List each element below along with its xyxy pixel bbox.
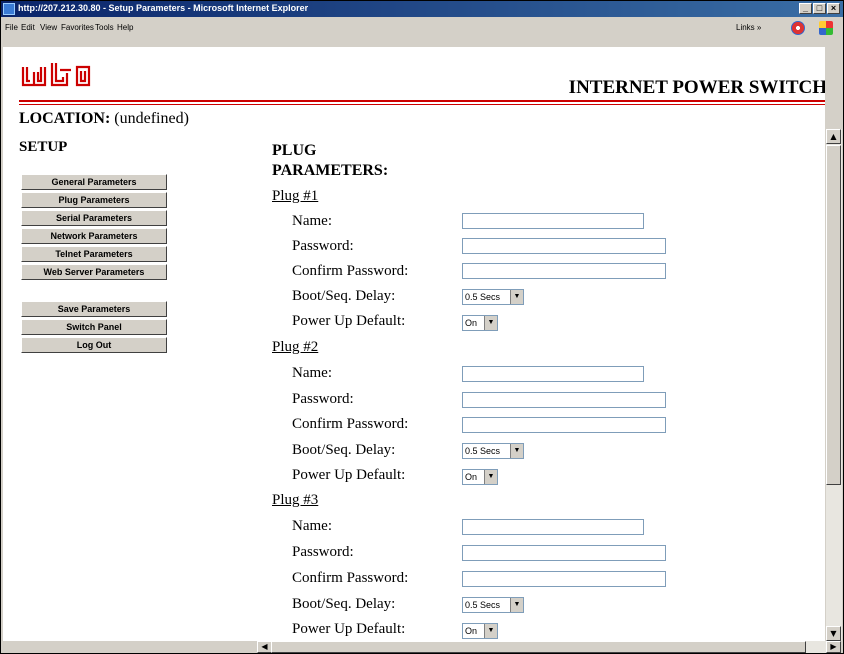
windows-logo-icon [819, 21, 833, 35]
horizontal-scrollbar[interactable]: ◀ ▶ [257, 641, 841, 653]
vertical-scroll-thumb[interactable] [826, 145, 841, 485]
plug-1-power-select[interactable]: On ▼ [462, 315, 498, 331]
messenger-icon[interactable] [791, 21, 805, 35]
scroll-right-icon[interactable]: ▶ [826, 641, 841, 653]
plug-1-confirm-input[interactable] [462, 263, 666, 279]
plug-1-delay-label: Boot/Seq. Delay: [292, 288, 396, 304]
header-divider-thin [19, 104, 825, 105]
plug-3-password-label: Password: [292, 544, 354, 560]
plug-1-link[interactable]: Plug #1 [272, 188, 318, 205]
plug-1-confirm-label: Confirm Password: [292, 263, 409, 279]
dropdown-arrow-icon: ▼ [510, 444, 523, 458]
scroll-up-icon[interactable]: ▲ [826, 129, 841, 144]
maximize-button[interactable]: □ [813, 3, 826, 14]
menu-view[interactable]: View [40, 23, 57, 32]
plug-1-password-label: Password: [292, 238, 354, 254]
title-bar: http://207.212.30.80 - Setup Parameters … [1, 1, 843, 17]
plug-3-delay-label: Boot/Seq. Delay: [292, 596, 396, 612]
log-out-button[interactable]: Log Out [21, 337, 167, 353]
plug-2-power-value: On [465, 472, 478, 482]
plug-2-confirm-input[interactable] [462, 417, 666, 433]
minimize-button[interactable]: _ [799, 3, 812, 14]
menu-tools[interactable]: Tools [95, 23, 114, 32]
plug-3-password-input[interactable] [462, 545, 666, 561]
plug-2-name-label: Name: [292, 365, 332, 381]
plug-3-power-label: Power Up Default: [292, 621, 406, 637]
plug-2-delay-value: 0.5 Secs [465, 446, 501, 456]
plug-3-power-value: On [465, 626, 478, 636]
plug-1-password-input[interactable] [462, 238, 666, 254]
wti-logo [21, 63, 91, 87]
plug-1-delay-select[interactable]: 0.5 Secs ▼ [462, 289, 524, 305]
plug-parameters-button[interactable]: Plug Parameters [21, 192, 167, 208]
plug-2-confirm-label: Confirm Password: [292, 416, 409, 432]
dropdown-arrow-icon: ▼ [510, 598, 523, 612]
plug-2-delay-select[interactable]: 0.5 Secs ▼ [462, 443, 524, 459]
plug-3-power-select[interactable]: On ▼ [462, 623, 498, 639]
plug-2-name-input[interactable] [462, 366, 644, 382]
plug-1-power-label: Power Up Default: [292, 313, 406, 329]
plug-3-delay-select[interactable]: 0.5 Secs ▼ [462, 597, 524, 613]
header-divider [19, 100, 825, 102]
ie-icon [3, 3, 15, 15]
page-content: INTERNET POWER SWITCH LOCATION: (undefin… [3, 47, 825, 641]
location-line: LOCATION: (undefined) [19, 110, 189, 128]
plug-2-password-input[interactable] [462, 392, 666, 408]
vertical-scrollbar[interactable]: ▲ ▼ [825, 129, 842, 641]
close-button[interactable]: × [827, 3, 840, 14]
dropdown-arrow-icon: ▼ [484, 316, 497, 330]
dropdown-arrow-icon: ▼ [484, 624, 497, 638]
links-toolbar[interactable]: Links » [736, 23, 761, 32]
general-parameters-button[interactable]: General Parameters [21, 174, 167, 190]
menu-file[interactable]: File [5, 23, 18, 32]
plug-3-delay-value: 0.5 Secs [465, 600, 501, 610]
scroll-down-icon[interactable]: ▼ [826, 626, 841, 641]
plug-1-power-value: On [465, 318, 478, 328]
menu-help[interactable]: Help [117, 23, 133, 32]
plug-3-name-input[interactable] [462, 519, 644, 535]
scroll-left-icon[interactable]: ◀ [257, 641, 272, 653]
location-value: (undefined) [114, 110, 189, 127]
serial-parameters-button[interactable]: Serial Parameters [21, 210, 167, 226]
menu-favorites[interactable]: Favorites [61, 23, 94, 32]
plug-3-confirm-input[interactable] [462, 571, 666, 587]
dropdown-arrow-icon: ▼ [484, 470, 497, 484]
browser-window: http://207.212.30.80 - Setup Parameters … [0, 0, 844, 654]
window-title: http://207.212.30.80 - Setup Parameters … [18, 3, 309, 13]
location-label: LOCATION: [19, 110, 111, 127]
horizontal-scroll-thumb[interactable] [271, 641, 806, 653]
plug-3-link[interactable]: Plug #3 [272, 492, 318, 509]
plug-1-name-input[interactable] [462, 213, 644, 229]
save-parameters-button[interactable]: Save Parameters [21, 301, 167, 317]
product-name: INTERNET POWER SWITCH [568, 77, 825, 98]
plug-parameters-heading: PLUG PARAMETERS: [272, 142, 389, 179]
plug-3-name-label: Name: [292, 518, 332, 534]
telnet-parameters-button[interactable]: Telnet Parameters [21, 246, 167, 262]
plug-2-power-select[interactable]: On ▼ [462, 469, 498, 485]
switch-panel-button[interactable]: Switch Panel [21, 319, 167, 335]
setup-heading: SETUP [19, 139, 68, 155]
network-parameters-button[interactable]: Network Parameters [21, 228, 167, 244]
menu-bar: File Edit View Favorites Tools Help Link… [1, 17, 843, 47]
plug-3-confirm-label: Confirm Password: [292, 570, 409, 586]
plug-2-link[interactable]: Plug #2 [272, 339, 318, 356]
plug-1-delay-value: 0.5 Secs [465, 292, 501, 302]
plug-2-password-label: Password: [292, 391, 354, 407]
plug-2-power-label: Power Up Default: [292, 467, 406, 483]
dropdown-arrow-icon: ▼ [510, 290, 523, 304]
menu-edit[interactable]: Edit [21, 23, 35, 32]
web-server-parameters-button[interactable]: Web Server Parameters [21, 264, 167, 280]
plug-2-delay-label: Boot/Seq. Delay: [292, 442, 396, 458]
plug-1-name-label: Name: [292, 213, 332, 229]
